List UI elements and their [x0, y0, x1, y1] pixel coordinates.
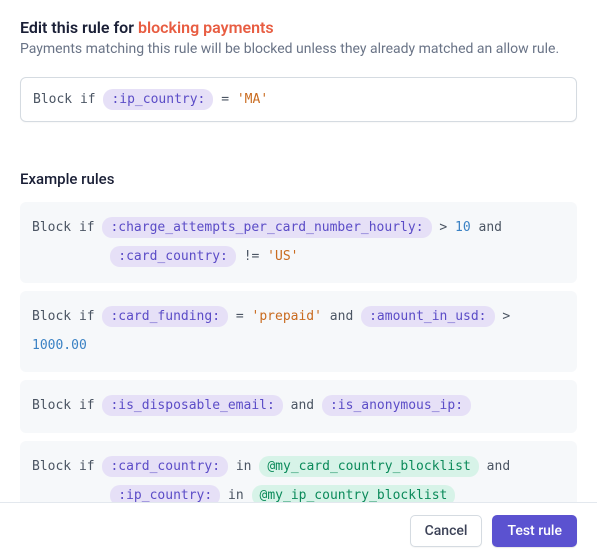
title-accent: blocking payments: [138, 18, 274, 37]
rule-value: 'MA': [237, 92, 268, 107]
rule-operator: =: [221, 92, 229, 107]
operator-token: >: [502, 309, 510, 324]
attribute-token: :is_anonymous_ip:: [322, 395, 471, 416]
keyword-token: and: [291, 398, 314, 413]
keyword-token: and: [330, 309, 353, 324]
example-rule-line: Block if :card_country: in @my_card_coun…: [32, 453, 565, 482]
string-token: 'US': [267, 249, 298, 264]
number-token: 1000.00: [32, 338, 87, 353]
string-token: 'prepaid': [252, 309, 322, 324]
attribute-token: :amount_in_usd:: [361, 306, 494, 327]
list-token: @my_card_country_blocklist: [259, 456, 479, 477]
example-rule-line: Block if :card_funding: = 'prepaid' and …: [32, 303, 565, 360]
keyword-token: in: [236, 459, 252, 474]
example-rule-line: Block if :is_disposable_email: and :is_a…: [32, 392, 565, 421]
test-rule-button[interactable]: Test rule: [492, 515, 577, 547]
keyword-token: in: [228, 488, 244, 503]
attribute-token: :is_disposable_email:: [102, 395, 282, 416]
example-rule-line: Block if :charge_attempts_per_card_numbe…: [32, 214, 565, 243]
operator-token: =: [236, 309, 244, 324]
rule-attribute-token: :ip_country:: [103, 89, 213, 110]
page-subtitle: Payments matching this rule will be bloc…: [20, 41, 577, 57]
keyword-token: Block if: [32, 220, 95, 235]
rule-keyword: Block if: [33, 92, 96, 107]
number-token: 10: [455, 220, 471, 235]
indent: [32, 249, 102, 264]
example-rule-line: :card_country: != 'US': [32, 243, 565, 272]
attribute-token: :card_funding:: [102, 306, 228, 327]
operator-token: !=: [244, 249, 260, 264]
indent: [32, 488, 102, 503]
keyword-token: and: [487, 459, 510, 474]
attribute-token: :card_country:: [110, 246, 236, 267]
example-rule: Block if :charge_attempts_per_card_numbe…: [20, 202, 577, 283]
footer-bar: Cancel Test rule: [0, 502, 597, 559]
cancel-button[interactable]: Cancel: [410, 515, 483, 547]
title-prefix: Edit this rule for: [20, 18, 138, 37]
example-rule: Block if :card_funding: = 'prepaid' and …: [20, 291, 577, 372]
example-rules-heading: Example rules: [20, 170, 577, 188]
operator-token: >: [439, 220, 447, 235]
example-rule: Block if :is_disposable_email: and :is_a…: [20, 380, 577, 433]
page-title: Edit this rule for blocking payments: [20, 18, 577, 37]
attribute-token: :card_country:: [102, 456, 228, 477]
keyword-token: and: [479, 220, 502, 235]
attribute-token: :charge_attempts_per_card_number_hourly:: [102, 217, 431, 238]
keyword-token: Block if: [32, 459, 95, 474]
rule-input[interactable]: Block if :ip_country: = 'MA': [20, 77, 577, 122]
keyword-token: Block if: [32, 398, 95, 413]
keyword-token: Block if: [32, 309, 95, 324]
